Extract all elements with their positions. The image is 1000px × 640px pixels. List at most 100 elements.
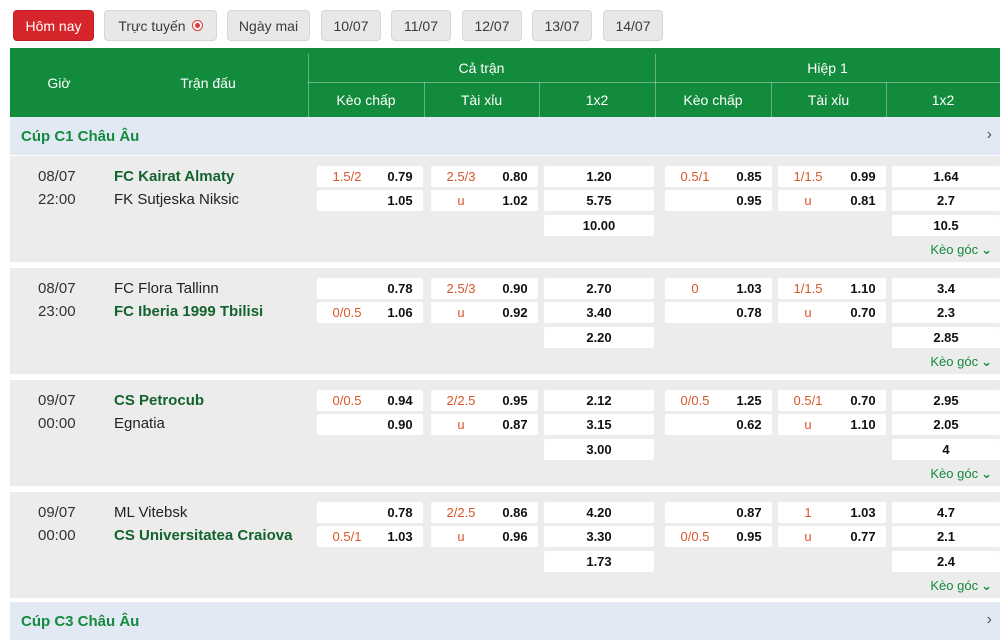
ft-handicap-odds[interactable]: 0.5/1 1.03	[317, 526, 423, 547]
h1-over-under-odds[interactable]: u 0.77	[778, 526, 886, 547]
h1-over-under-odds[interactable]: u 0.81	[778, 190, 886, 211]
h1-over-under-odds[interactable]: u 0.70	[778, 302, 886, 323]
tab-date-1107[interactable]: 11/07	[391, 10, 451, 41]
ft-over-under-odds[interactable]: 2/2.5 0.86	[431, 502, 538, 523]
ft-over-under-odds[interactable]: u 0.92	[431, 302, 538, 323]
tab-today[interactable]: Hôm nay	[13, 10, 94, 41]
away-team[interactable]: Egnatia	[114, 415, 165, 432]
ft-1x2-odds[interactable]: 3.00	[544, 439, 654, 460]
h1-1x2-odds[interactable]: 2.1	[892, 526, 1000, 547]
odds-value: 0.70	[850, 393, 876, 408]
ft-1x2-odds[interactable]: 10.00	[544, 215, 654, 236]
h1-1x2-odds[interactable]: 2.05	[892, 414, 1000, 435]
home-team[interactable]: FC Kairat Almaty	[114, 168, 234, 185]
home-team[interactable]: CS Petrocub	[114, 392, 204, 409]
league-row-c1[interactable]: Cúp C1 Châu Âu ›	[10, 117, 1000, 155]
odds-value: 0.96	[502, 529, 528, 544]
ft-1x2-odds[interactable]: 2.20	[544, 327, 654, 348]
h1-1x2-odds[interactable]: 10.5	[892, 215, 1000, 236]
h1-handicap-odds[interactable]: 0/0.5 0.95	[665, 526, 772, 547]
tab-label: 14/07	[615, 17, 651, 34]
ft-1x2-odds[interactable]: 1.73	[544, 551, 654, 572]
h1-1x2-odds[interactable]: 2.95	[892, 390, 1000, 411]
home-team[interactable]: ML Vitebsk	[114, 504, 187, 521]
odds-value: 3.4	[936, 281, 956, 296]
h1-handicap-odds[interactable]: 0 1.03	[665, 278, 772, 299]
ft-1x2-odds[interactable]: 3.30	[544, 526, 654, 547]
corner-odds-label: Kèo góc	[930, 242, 979, 257]
chevron-right-icon[interactable]: ›	[987, 611, 992, 629]
corner-odds-toggle[interactable]: Kèo góc ⌄	[930, 466, 992, 482]
h1-1x2-odds[interactable]: 3.4	[892, 278, 1000, 299]
ft-1x2-odds[interactable]: 2.70	[544, 278, 654, 299]
ft-handicap-odds[interactable]: 0.90	[317, 414, 423, 435]
corner-odds-toggle[interactable]: Kèo góc ⌄	[930, 354, 992, 370]
h1-1x2-odds[interactable]: 2.3	[892, 302, 1000, 323]
ft-handicap-odds[interactable]: 0/0.5 1.06	[317, 302, 423, 323]
h1-handicap-odds[interactable]: 0/0.5 1.25	[665, 390, 772, 411]
match-time: 00:00	[38, 415, 76, 432]
league-row-c3[interactable]: Cúp C3 Châu Âu ›	[10, 602, 1000, 640]
ft-1x2-odds[interactable]: 5.75	[544, 190, 654, 211]
ft-1x2-odds[interactable]: 4.20	[544, 502, 654, 523]
match-date: 08/07	[38, 280, 76, 297]
ft-handicap-odds[interactable]: 0.78	[317, 278, 423, 299]
ft-handicap-odds[interactable]: 1.05	[317, 190, 423, 211]
chevron-down-icon: ⌄	[981, 466, 992, 481]
h1-1x2-odds[interactable]: 4.7	[892, 502, 1000, 523]
away-team[interactable]: CS Universitatea Craiova	[114, 527, 292, 544]
tab-label: Trực tuyến	[118, 17, 186, 34]
tab-date-1307[interactable]: 13/07	[532, 10, 592, 41]
ft-1x2-odds[interactable]: 2.12	[544, 390, 654, 411]
odds-value: 0.90	[502, 281, 528, 296]
ft-handicap-odds[interactable]: 0/0.5 0.94	[317, 390, 423, 411]
chevron-right-icon[interactable]: ›	[987, 126, 992, 144]
h1-1x2-odds[interactable]: 1.64	[892, 166, 1000, 187]
ft-handicap-odds[interactable]: 0.78	[317, 502, 423, 523]
h1-over-under-odds[interactable]: 1 1.03	[778, 502, 886, 523]
ft-1x2-odds[interactable]: 1.20	[544, 166, 654, 187]
ft-over-under-odds[interactable]: u 0.87	[431, 414, 538, 435]
away-team[interactable]: FC Iberia 1999 Tbilisi	[114, 303, 263, 320]
odds-value: 1.64	[933, 169, 959, 184]
odds-value: 0.95	[502, 393, 528, 408]
odds-value: 0.92	[502, 305, 528, 320]
ft-over-under-odds[interactable]: 2.5/3 0.80	[431, 166, 538, 187]
odds-line: u	[457, 529, 465, 544]
tab-tomorrow[interactable]: Ngày mai	[227, 10, 310, 41]
ft-over-under-odds[interactable]: 2.5/3 0.90	[431, 278, 538, 299]
corner-odds-toggle[interactable]: Kèo góc ⌄	[930, 578, 992, 594]
odds-value: 0.79	[387, 169, 413, 184]
h1-over-under-odds[interactable]: u 1.10	[778, 414, 886, 435]
odds-line: 0.5/1	[680, 169, 710, 184]
ft-1x2-odds[interactable]: 3.40	[544, 302, 654, 323]
h1-over-under-odds[interactable]: 1/1.5 1.10	[778, 278, 886, 299]
tab-date-1407[interactable]: 14/07	[603, 10, 663, 41]
away-team[interactable]: FK Sutjeska Niksic	[114, 191, 239, 208]
h1-1x2-odds[interactable]: 2.85	[892, 327, 1000, 348]
h1-handicap-odds[interactable]: 0.78	[665, 302, 772, 323]
ft-over-under-odds[interactable]: u 0.96	[431, 526, 538, 547]
ft-over-under-odds[interactable]: u 1.02	[431, 190, 538, 211]
h1-over-under-odds[interactable]: 0.5/1 0.70	[778, 390, 886, 411]
corner-odds-toggle[interactable]: Kèo góc ⌄	[930, 242, 992, 258]
h1-handicap-odds[interactable]: 0.95	[665, 190, 772, 211]
h1-handicap-odds[interactable]: 0.62	[665, 414, 772, 435]
tab-live[interactable]: Trực tuyến	[104, 10, 217, 41]
h1-handicap-odds[interactable]: 0.5/1 0.85	[665, 166, 772, 187]
h1-over-under-odds[interactable]: 1/1.5 0.99	[778, 166, 886, 187]
match-row: 08/07 23:00 FC Flora Tallinn FC Iberia 1999…	[10, 268, 1000, 374]
h1-1x2-odds[interactable]: 4	[892, 439, 1000, 460]
tab-date-1207[interactable]: 12/07	[462, 10, 522, 41]
h1-1x2-odds[interactable]: 2.4	[892, 551, 1000, 572]
home-team[interactable]: FC Flora Tallinn	[114, 280, 219, 297]
ft-handicap-odds[interactable]: 1.5/2 0.79	[317, 166, 423, 187]
odds-line: 2.5/3	[446, 169, 476, 184]
odds-value: 2.1	[936, 529, 956, 544]
tab-date-1007[interactable]: 10/07	[321, 10, 381, 41]
h1-1x2-odds[interactable]: 2.7	[892, 190, 1000, 211]
ft-1x2-odds[interactable]: 3.15	[544, 414, 654, 435]
ft-over-under-odds[interactable]: 2/2.5 0.95	[431, 390, 538, 411]
h1-handicap-odds[interactable]: 0.87	[665, 502, 772, 523]
odds-value: 1.05	[387, 193, 413, 208]
